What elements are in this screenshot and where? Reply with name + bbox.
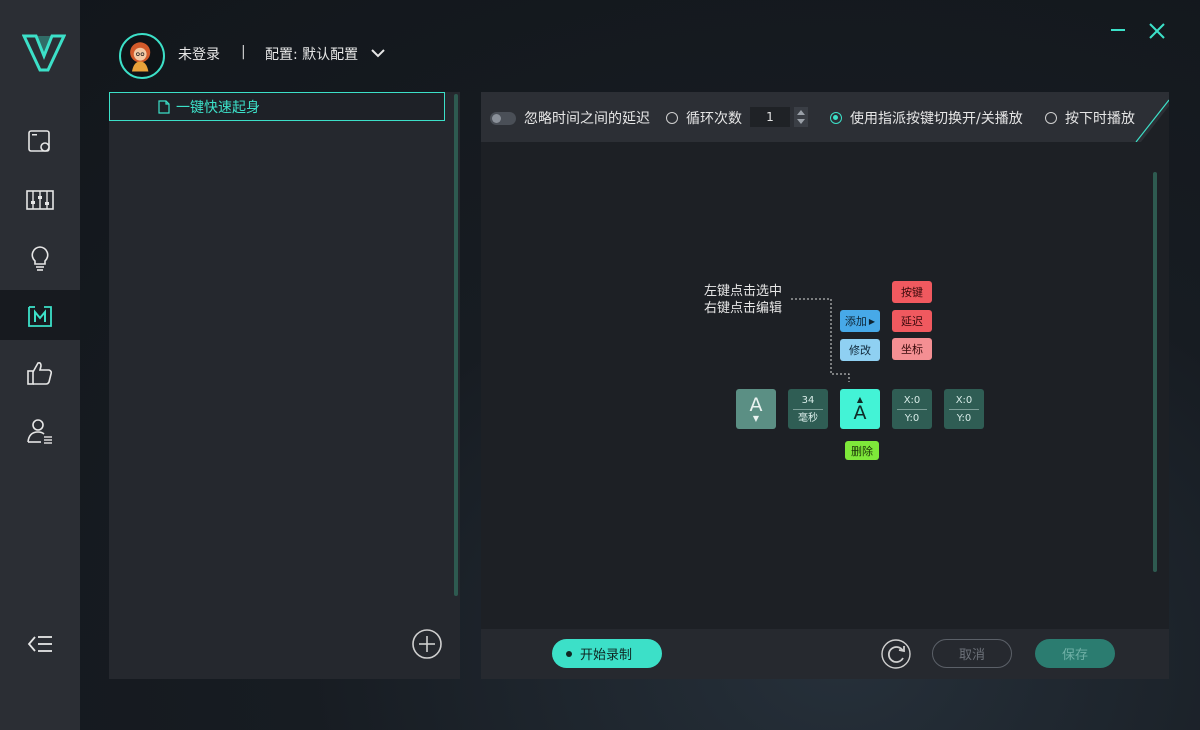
- sliders-icon: [26, 190, 54, 210]
- coord-x: X:0: [903, 394, 921, 406]
- delay-value: 34: [801, 394, 815, 406]
- block-divider: [793, 408, 823, 410]
- delay-block[interactable]: 34 毫秒: [788, 389, 828, 429]
- nav-item-lighting[interactable]: [0, 233, 80, 283]
- screen-settings-icon: [28, 130, 50, 152]
- nav-item-macro[interactable]: [0, 290, 80, 340]
- chevron-down-icon[interactable]: [370, 46, 386, 60]
- ignore-delay-label: 忽略时间之间的延迟: [524, 111, 650, 127]
- coord-y: Y:0: [904, 412, 920, 424]
- coord-x: X:0: [955, 394, 973, 406]
- save-button[interactable]: 保存: [1035, 639, 1115, 668]
- header-separator: |: [241, 44, 246, 60]
- hint-line-right-click: 右键点击编辑: [704, 301, 783, 316]
- arrow-down-icon: ▼: [752, 413, 760, 423]
- toggle-play-label: 使用指派按键切换开/关播放: [850, 111, 1023, 127]
- coordinate-block[interactable]: X:0 Y:0: [892, 389, 932, 429]
- record-dot-icon: [566, 650, 572, 657]
- thumbs-up-icon: [27, 362, 53, 385]
- macro-editor-panel: 忽略时间之间的延迟 循环次数 1 使用指派按键切换开/关播放 按下时播放 左键点…: [481, 92, 1169, 679]
- lightbulb-icon: [31, 246, 49, 271]
- refresh-icon[interactable]: [881, 639, 911, 669]
- key-up-block[interactable]: ▲ A: [840, 389, 880, 429]
- hold-play-radio[interactable]: [1045, 112, 1057, 124]
- collapse-menu-icon[interactable]: [26, 630, 54, 658]
- modify-action-button[interactable]: 修改: [840, 339, 880, 361]
- editor-toolbar: 忽略时间之间的延迟 循环次数 1 使用指派按键切换开/关播放 按下时播放: [481, 92, 1169, 142]
- nav-item-screen-settings[interactable]: [0, 117, 80, 167]
- add-action-label: 添加: [844, 315, 867, 328]
- loop-count-label: 循环次数: [686, 111, 742, 127]
- loop-count-option[interactable]: 循环次数: [666, 108, 742, 128]
- block-divider: [949, 408, 979, 410]
- loop-count-input[interactable]: 1: [750, 107, 790, 127]
- start-recording-button[interactable]: 开始录制: [552, 639, 662, 668]
- key-down-block[interactable]: A ▼: [736, 389, 776, 429]
- minimize-icon[interactable]: [1110, 22, 1126, 38]
- editor-scrollbar[interactable]: [1153, 172, 1157, 572]
- cancel-button[interactable]: 取消: [932, 639, 1012, 668]
- chevron-right-icon: ▶: [868, 316, 876, 326]
- macro-icon: [28, 306, 52, 327]
- add-delay-button[interactable]: 延迟: [892, 310, 932, 332]
- add-macro-button[interactable]: [411, 628, 443, 660]
- toggle-play-option[interactable]: 使用指派按键切换开/关播放: [830, 108, 1023, 128]
- add-coordinate-button[interactable]: 坐标: [892, 338, 932, 360]
- nav-item-account[interactable]: [0, 406, 80, 456]
- close-icon[interactable]: [1148, 22, 1166, 40]
- block-divider: [897, 408, 927, 410]
- toggle-play-radio[interactable]: [830, 112, 842, 124]
- document-icon: [158, 99, 170, 114]
- macro-list-panel: 一键快速起身: [109, 92, 460, 679]
- macro-list-item-label: 一键快速起身: [176, 99, 260, 116]
- nav-item-feedback[interactable]: [0, 348, 80, 398]
- macro-list-item[interactable]: 一键快速起身: [109, 92, 445, 121]
- hold-play-option[interactable]: 按下时播放: [1045, 108, 1135, 128]
- delay-unit: 毫秒: [798, 412, 818, 424]
- loop-count-spinner[interactable]: [794, 107, 808, 127]
- add-key-button[interactable]: 按键: [892, 281, 932, 303]
- key-up-label: A: [853, 401, 867, 424]
- editor-footer: 开始录制 取消 保存: [481, 629, 1169, 679]
- nav-item-sliders[interactable]: [0, 175, 80, 225]
- left-nav: [0, 0, 80, 730]
- list-scrollbar[interactable]: [454, 94, 458, 596]
- ignore-delay-option[interactable]: 忽略时间之间的延迟: [490, 108, 650, 128]
- add-action-button[interactable]: 添加 ▶: [840, 310, 880, 332]
- hold-play-label: 按下时播放: [1065, 111, 1135, 127]
- start-recording-label: 开始录制: [580, 648, 633, 663]
- avatar[interactable]: [119, 33, 165, 79]
- ignore-delay-toggle[interactable]: [490, 111, 516, 125]
- coordinate-block[interactable]: X:0 Y:0: [944, 389, 984, 429]
- coord-y: Y:0: [956, 412, 972, 424]
- login-status[interactable]: 未登录: [178, 44, 220, 64]
- loop-count-radio[interactable]: [666, 112, 678, 124]
- key-down-label: A: [749, 393, 763, 416]
- config-selector-label[interactable]: 配置: 默认配置: [265, 44, 358, 64]
- user-list-icon: [27, 419, 52, 444]
- user-avatar-icon: [130, 42, 151, 72]
- hint-line-left-click: 左键点击选中: [704, 284, 783, 299]
- edit-hint: 左键点击选中 右键点击编辑: [704, 283, 782, 317]
- delete-action-button[interactable]: 删除: [845, 441, 879, 460]
- app-logo-icon: [22, 34, 66, 72]
